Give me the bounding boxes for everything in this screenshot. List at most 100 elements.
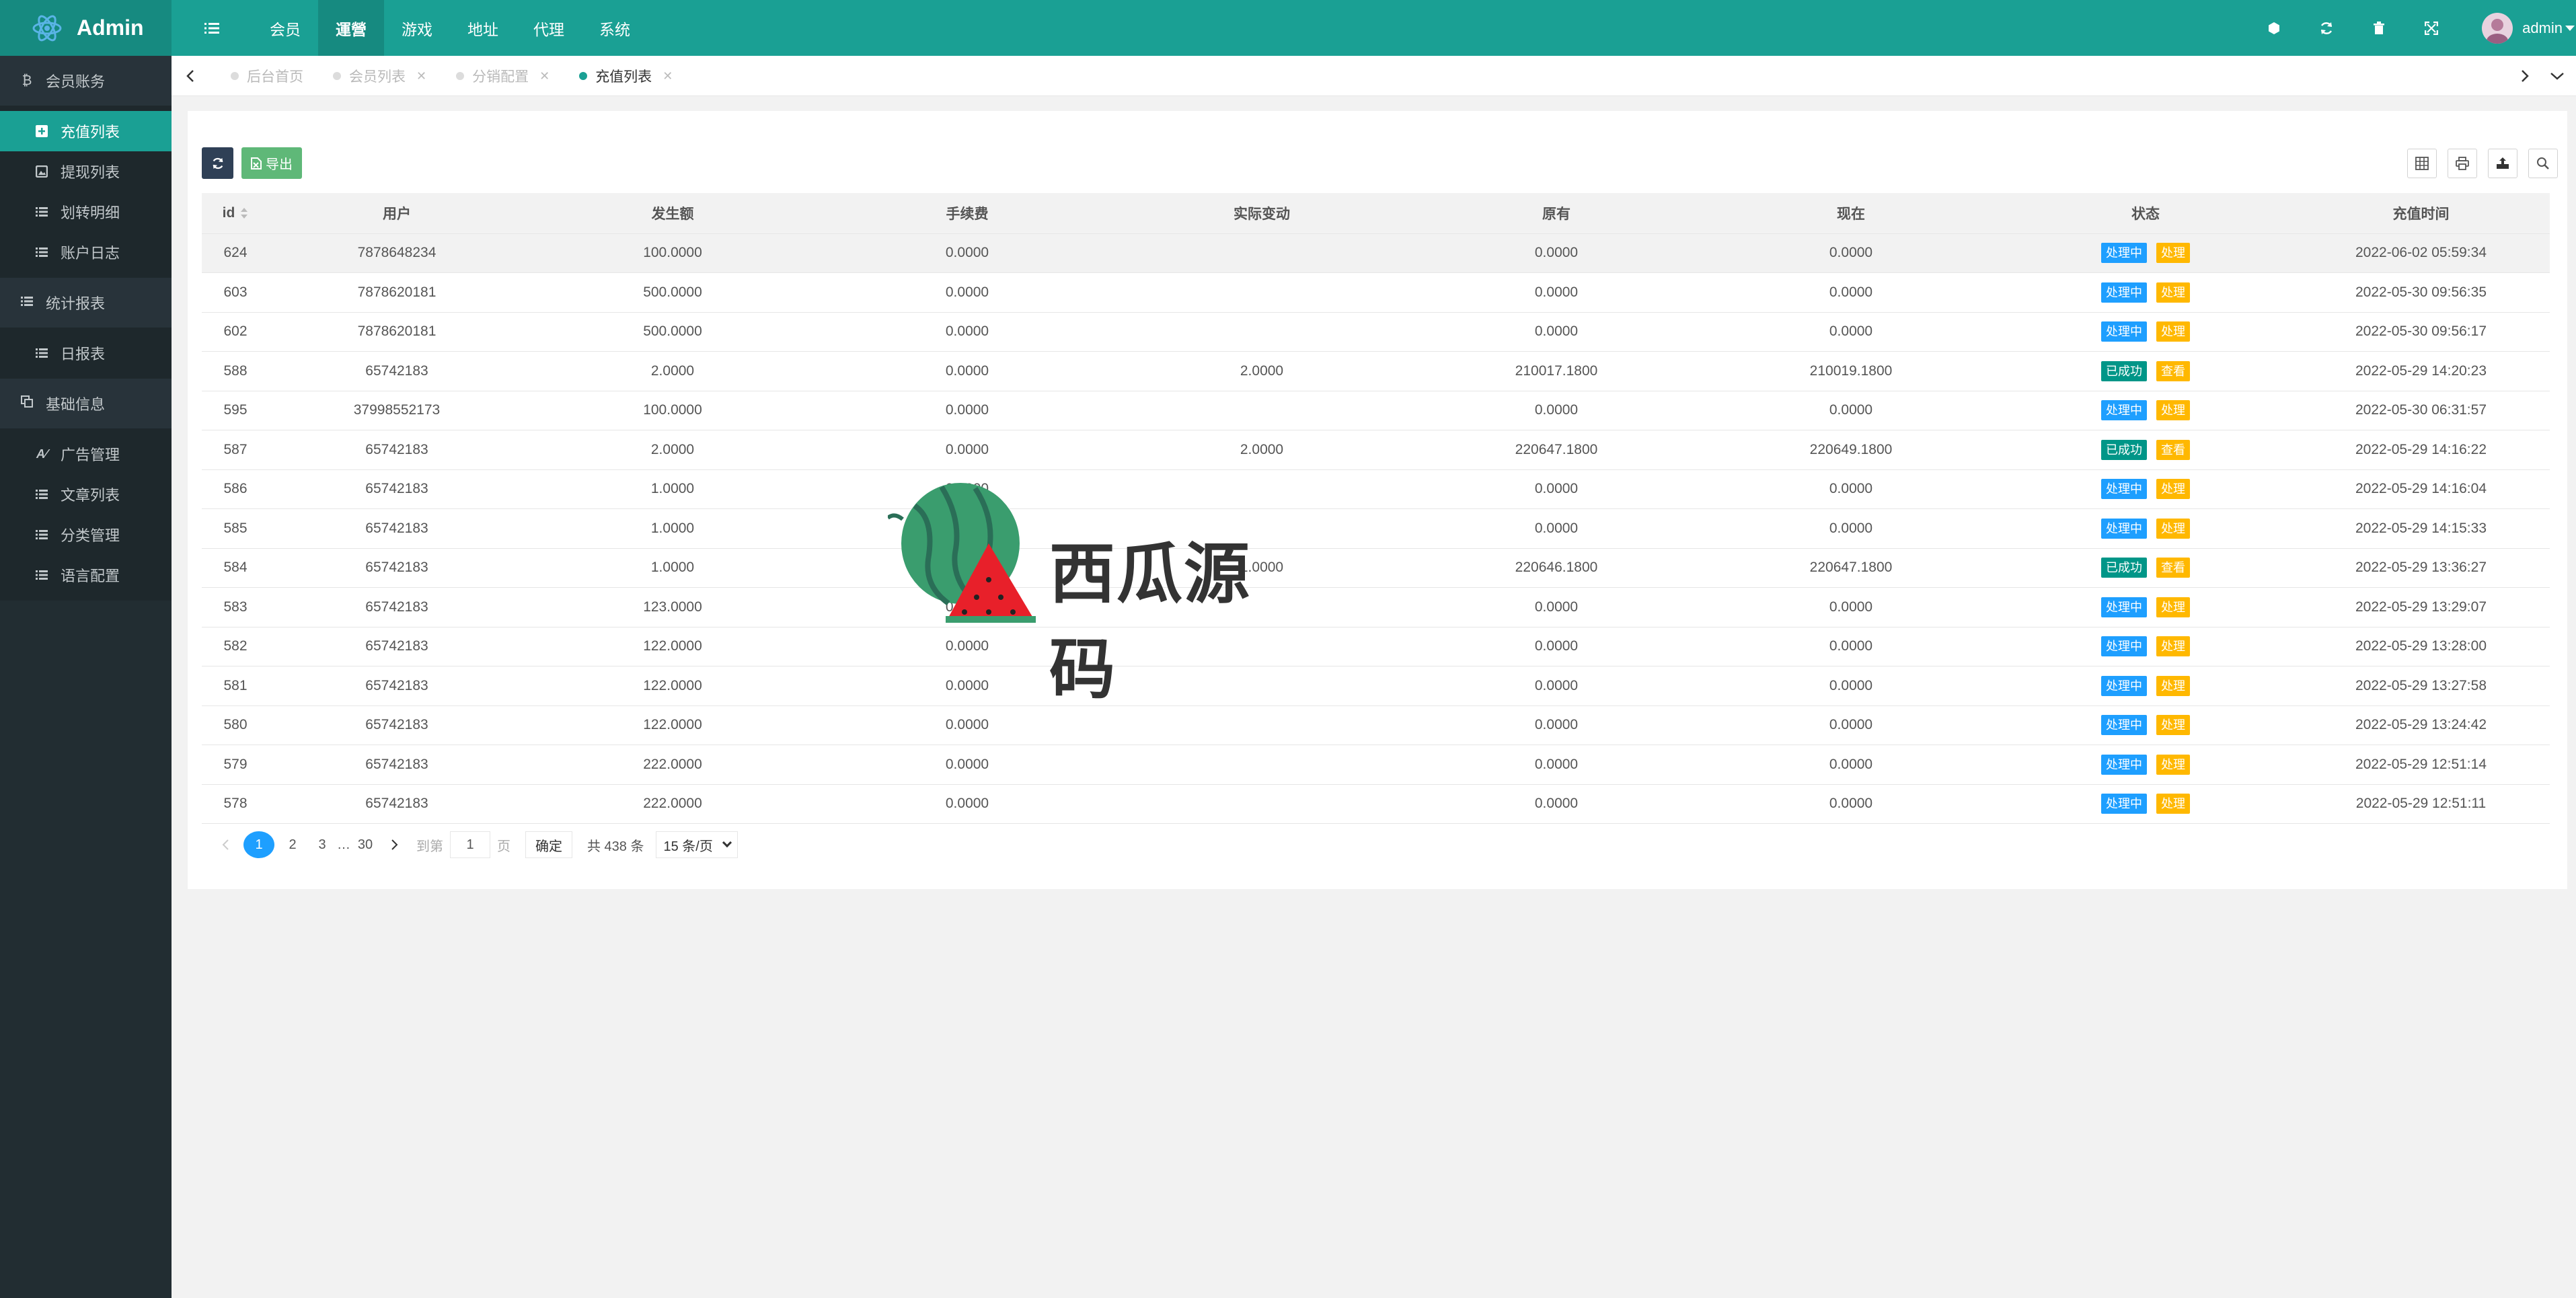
theme-button[interactable] <box>2248 0 2300 56</box>
status-badge: 处理中 <box>2101 282 2147 303</box>
sidebar-item-ad-management[interactable]: A⁄ 广告管理 <box>0 434 172 474</box>
cell-status: 已成功 查看 <box>1999 351 2292 391</box>
process-button[interactable]: 处理 <box>2156 715 2190 736</box>
sidebar-item-recharge-list[interactable]: 充值列表 <box>0 111 172 151</box>
nav-item-game[interactable]: 游戏 <box>384 0 450 56</box>
print-button[interactable] <box>2448 149 2477 178</box>
process-button[interactable]: 处理 <box>2156 518 2190 539</box>
table-row[interactable]: 602 7878620181 500.0000 0.0000 0.0000 0.0000 处… <box>202 312 2550 352</box>
process-button[interactable]: 处理 <box>2156 754 2190 775</box>
cell-user: 65742183 <box>269 705 525 745</box>
table-row[interactable]: 578 65742183 222.0000 0.0000 0.0000 0.0000 处理中… <box>202 784 2550 824</box>
user-name[interactable]: admin <box>2522 20 2563 37</box>
tab-scroll-left-button[interactable] <box>172 56 209 96</box>
table-row[interactable]: 603 7878620181 500.0000 0.0000 0.0000 0.0000 处… <box>202 272 2550 313</box>
process-button[interactable]: 处理 <box>2156 282 2190 303</box>
avatar[interactable] <box>2482 12 2513 44</box>
sidebar-group-basic-info[interactable]: 基础信息 <box>0 379 172 428</box>
table-row[interactable]: 579 65742183 222.0000 0.0000 0.0000 0.0000 处理中… <box>202 745 2550 785</box>
reload-button[interactable] <box>202 147 233 179</box>
table-row[interactable]: 584657421831.00000.00001.0000220646.1800… <box>202 548 2550 588</box>
fullscreen-button[interactable] <box>2405 0 2458 56</box>
table-row[interactable]: 580 65742183 122.0000 0.0000 0.0000 0.0000 处理中… <box>202 705 2550 745</box>
cell-amount: 100.0000 <box>525 233 821 273</box>
process-button[interactable]: 处理 <box>2156 675 2190 696</box>
page-size-select[interactable]: 15 条/页 <box>656 831 738 858</box>
table-row[interactable]: 587 65742183 2.0000 0.0000 2.0000 220647.1800… <box>202 430 2550 470</box>
view-button[interactable]: 查看 <box>2156 558 2190 578</box>
sidebar-item-language-config[interactable]: 语言配置 <box>0 555 172 595</box>
process-button[interactable]: 处理 <box>2156 243 2190 264</box>
table-row[interactable]: 586657421831.00000.00000.00000.0000处理中处理… <box>202 469 2550 509</box>
export-table-button[interactable] <box>2488 149 2517 178</box>
table-row[interactable]: 624 7878648234 100.0000 0.0000 0.0000 0.0000 处… <box>202 233 2550 273</box>
sidebar-item-account-log[interactable]: 账户日志 <box>0 232 172 272</box>
cell-fee: 0.0000 <box>821 430 1114 470</box>
next-page-button[interactable] <box>383 833 406 856</box>
sidebar-item-daily-report[interactable]: 日报表 <box>0 333 172 373</box>
table-row[interactable]: 582 65742183 122.0000 0.0000 0.0000 0.0000 处理中… <box>202 627 2550 666</box>
view-button[interactable]: 查看 <box>2156 439 2190 460</box>
page-button-2[interactable]: 2 <box>281 833 304 856</box>
status-badge: 已成功 <box>2101 558 2147 578</box>
process-button[interactable]: 处理 <box>2156 400 2190 421</box>
cell-fee: 0.0000 <box>821 784 1114 824</box>
nav-item-member[interactable]: 会员 <box>252 0 318 56</box>
view-button[interactable]: 查看 <box>2156 360 2190 381</box>
nav-item-address[interactable]: 地址 <box>450 0 516 56</box>
status-badge: 处理中 <box>2101 597 2147 617</box>
search-toggle-button[interactable] <box>2528 149 2558 178</box>
column-filter-button[interactable] <box>2407 149 2437 178</box>
status-badge: 处理中 <box>2101 794 2147 814</box>
sidebar-item-withdraw-list[interactable]: 提现列表 <box>0 151 172 192</box>
process-button[interactable]: 处理 <box>2156 794 2190 814</box>
table-row[interactable]: 595 37998552173 100.0000 0.0000 0.0000 0.0000… <box>202 391 2550 430</box>
image-icon <box>35 165 48 178</box>
table-row[interactable]: 58365742183123.00000.00000.00000.0000处理中… <box>202 587 2550 627</box>
caret-down-icon[interactable] <box>2565 25 2575 31</box>
nav-item-agent[interactable]: 代理 <box>516 0 582 56</box>
table-row[interactable]: 585657421831.00000.00000.00000.0000处理中处理… <box>202 508 2550 549</box>
tab-menu-button[interactable] <box>2538 56 2576 96</box>
tab-distribution-config[interactable]: 分销配置 ✕ <box>441 56 564 96</box>
process-button[interactable]: 处理 <box>2156 636 2190 657</box>
page-button-3[interactable]: 3 <box>311 833 334 856</box>
tab-dot <box>579 72 588 80</box>
goto-confirm-button[interactable]: 确定 <box>525 831 572 858</box>
sidebar-item-article-list[interactable]: 文章列表 <box>0 474 172 514</box>
tab-home[interactable]: 后台首页 <box>216 56 318 96</box>
column-header-id[interactable]: id <box>202 193 269 234</box>
export-button[interactable]: 导出 <box>241 147 302 179</box>
sidebar-item-label: 分类管理 <box>61 527 120 544</box>
table-row[interactable]: 588 65742183 2.0000 0.0000 2.0000 210017.1800… <box>202 351 2550 391</box>
menu-toggle-button[interactable] <box>172 0 252 56</box>
close-icon[interactable]: ✕ <box>416 69 426 83</box>
cell-user: 37998552173 <box>269 391 525 430</box>
sidebar-group-reports[interactable]: 统计报表 <box>0 278 172 328</box>
process-button[interactable]: 处理 <box>2156 321 2190 342</box>
tab-recharge-list[interactable]: 充值列表 ✕ <box>564 56 687 96</box>
nav-item-operation[interactable]: 運營 <box>318 0 384 56</box>
table-row[interactable]: 581 65742183 122.0000 0.0000 0.0000 0.0000 处理中… <box>202 666 2550 706</box>
sidebar-item-transfer-detail[interactable]: 划转明细 <box>0 192 172 232</box>
sidebar-group-member-accounts[interactable]: ₿ 会员账务 <box>0 56 172 106</box>
cell-amount: 1.0000 <box>525 508 821 549</box>
process-button[interactable]: 处理 <box>2156 479 2190 500</box>
tab-member-list[interactable]: 会员列表 ✕ <box>318 56 441 96</box>
prev-page-button[interactable] <box>214 833 237 856</box>
refresh-button[interactable] <box>2300 0 2353 56</box>
tab-label: 会员列表 <box>349 69 406 85</box>
cell-after: 220647.1800 <box>1703 548 1999 588</box>
page-button-30[interactable]: 30 <box>354 833 377 856</box>
cell-status: 处理中 处理 <box>1999 745 2292 785</box>
process-button[interactable]: 处理 <box>2156 597 2190 617</box>
nav-item-system[interactable]: 系统 <box>582 0 648 56</box>
goto-page-input[interactable]: 1 <box>450 831 490 858</box>
close-icon[interactable]: ✕ <box>662 69 673 83</box>
page-button-1[interactable]: 1 <box>243 831 274 858</box>
close-icon[interactable]: ✕ <box>539 69 550 83</box>
sort-icon[interactable] <box>240 208 248 219</box>
clear-cache-button[interactable] <box>2353 0 2405 56</box>
logo-area[interactable]: Admin <box>0 0 172 56</box>
sidebar-item-category-management[interactable]: 分类管理 <box>0 514 172 555</box>
